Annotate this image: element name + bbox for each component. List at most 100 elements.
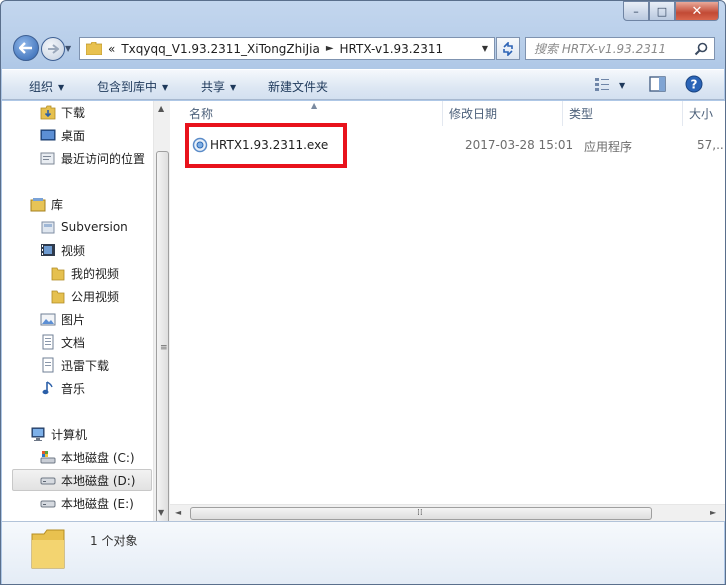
details-pane: 1 个对象 [2,521,724,584]
item-count: 1 个对象 [90,534,138,548]
folder-icon [50,265,66,281]
nav-item-public-videos[interactable]: 公用视频 [50,285,119,307]
command-bar: 组织 ▼ 包含到库中 ▼ 共享 ▼ 新建文件夹 ▼ ? [2,69,724,100]
breadcrumb-item-current[interactable]: HRTX-v1.93.2311 [340,42,444,56]
nav-item-subversion[interactable]: Subversion [40,216,128,238]
help-icon: ? [685,75,703,93]
nav-label: 迅雷下载 [61,358,110,373]
nav-item-my-videos[interactable]: 我的视频 [50,262,119,284]
scroll-down-icon[interactable]: ▼ [158,508,164,517]
grip-icon: ⁞⁞ [417,508,423,518]
nav-item-drive-c[interactable]: 本地磁盘 (C:) [40,446,135,468]
nav-label: 文档 [61,335,86,350]
file-type: 应用程序 [584,140,633,154]
search-input[interactable]: 搜索 HRTX-v1.93.2311 [525,37,715,60]
maximize-button[interactable]: □ [649,1,675,21]
column-label: 修改日期 [449,107,498,121]
nav-item-libraries[interactable]: 库 [30,193,63,215]
minimize-button[interactable]: – [623,1,649,21]
nav-item-drive-d[interactable]: 本地磁盘 (D:) [12,469,152,491]
preview-pane-icon [649,76,666,92]
nav-item-documents[interactable]: 文档 [40,331,85,353]
nav-label: Subversion [61,220,128,234]
nav-label: 下载 [61,105,86,120]
navigation-pane: 下载 桌面 最近访问的位置 库 Subversion 视频 我的视频 公用视频 … [2,101,170,521]
horizontal-scrollbar[interactable]: ◄ ⁞⁞ ► [170,504,725,521]
organize-menu[interactable]: 组织 ▼ [29,78,64,95]
nav-item-drive-e[interactable]: 本地磁盘 (E:) [40,492,134,514]
nav-label: 最近访问的位置 [61,151,146,166]
nav-label: 视频 [61,243,86,258]
views-dropdown-icon[interactable]: ▼ [619,78,625,92]
scrollbar-thumb[interactable]: ⁞⁞ [190,507,652,520]
refresh-icon [503,41,513,56]
help-button[interactable]: ? [685,75,703,96]
computer-icon [30,426,46,442]
navigation-scrollbar[interactable]: ▲ ≡ ▼ [153,101,170,551]
nav-label: 图片 [61,312,86,327]
nav-label: 音乐 [61,381,86,396]
column-header-modified[interactable]: 修改日期 [443,101,563,126]
include-library-menu[interactable]: 包含到库中 ▼ [97,78,168,95]
nav-item-pictures[interactable]: 图片 [40,308,85,330]
nav-label: 本地磁盘 (C:) [61,450,135,465]
views-button[interactable] [594,76,610,95]
scroll-left-icon[interactable]: ◄ [175,508,181,517]
explorer-window: – □ ✕ ▼ « Txqyqq_V1.93.2311_XiTongZhiJia… [0,0,726,585]
breadcrumb-overflow[interactable]: « [108,42,115,56]
back-arrow-icon [19,42,32,54]
music-icon [40,380,56,396]
share-menu[interactable]: 共享 ▼ [201,78,236,95]
libraries-icon [30,196,46,212]
back-button[interactable] [13,35,39,61]
preview-pane-button[interactable] [649,76,666,95]
forward-button[interactable] [41,37,65,61]
breadcrumb-separator[interactable]: ► [326,43,334,54]
column-label: 名称 [189,107,214,121]
breadcrumb-item-parent[interactable]: Txqyqq_V1.93.2311_XiTongZhiJia [121,42,319,56]
scroll-up-icon[interactable]: ▲ [158,104,164,113]
file-modified: 2017-03-28 15:01 [465,138,574,152]
search-icon[interactable] [694,42,708,56]
refresh-button[interactable] [496,37,520,60]
nav-item-videos[interactable]: 视频 [40,239,85,261]
history-dropdown-icon[interactable]: ▼ [65,44,71,53]
grip-icon: ≡ [160,343,168,353]
file-size: 57,... [697,138,725,152]
scrollbar-thumb[interactable]: ≡ [156,151,169,551]
nav-item-thunder-downloads[interactable]: 迅雷下载 [40,354,109,376]
nav-item-desktop[interactable]: 桌面 [40,124,85,146]
address-dropdown-icon[interactable]: ▼ [476,38,494,59]
documents-icon [40,334,56,350]
new-folder-button[interactable]: 新建文件夹 [268,78,328,95]
svg-text:?: ? [691,78,698,92]
scroll-right-icon[interactable]: ► [710,508,716,517]
desktop-icon [40,127,56,143]
close-button[interactable]: ✕ [675,1,719,21]
forward-arrow-icon [48,44,59,54]
organize-label: 组织 [29,80,54,94]
highlight-annotation-box [185,123,347,168]
nav-label: 我的视频 [71,266,120,281]
nav-item-computer[interactable]: 计算机 [30,423,87,445]
address-bar[interactable]: « Txqyqq_V1.93.2311_XiTongZhiJia ► HRTX-… [79,37,495,60]
nav-label: 本地磁盘 (D:) [61,473,136,488]
column-header-type[interactable]: 类型 [563,101,683,126]
search-placeholder: 搜索 HRTX-v1.93.2311 [534,42,667,56]
nav-label: 公用视频 [71,289,120,304]
nav-item-music[interactable]: 音乐 [40,377,85,399]
views-icon [595,78,609,91]
nav-label: 计算机 [51,427,88,442]
folder-icon [50,288,66,304]
nav-label: 本地磁盘 (E:) [61,496,134,511]
pictures-icon [40,311,56,327]
column-header-size[interactable]: 大小 [683,101,725,126]
column-label: 大小 [689,107,714,121]
nav-label: 桌面 [61,128,86,143]
nav-item-downloads[interactable]: 下载 [40,101,85,123]
nav-item-recent[interactable]: 最近访问的位置 [40,147,145,169]
thunder-downloads-icon [40,357,56,373]
videos-icon [40,242,56,258]
drive-icon [40,495,56,511]
folder-icon [85,41,103,56]
